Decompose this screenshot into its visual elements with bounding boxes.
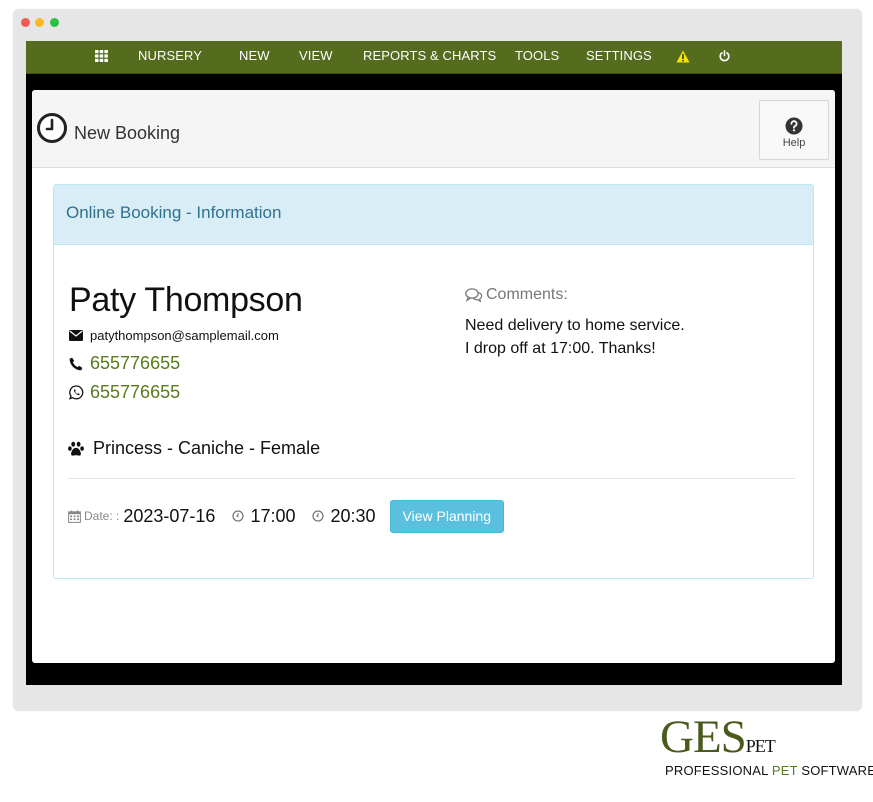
- panel-header: New Booking Help: [32, 90, 835, 168]
- clock-icon: [312, 510, 325, 522]
- clock-icon: [232, 510, 245, 522]
- tagline-professional: PROFESSIONAL: [665, 763, 772, 778]
- clock-icon: [36, 112, 68, 149]
- client-phone[interactable]: 655776655: [90, 353, 180, 374]
- pet-row: Princess - Caniche - Female: [68, 438, 320, 459]
- view-planning-button[interactable]: View Planning: [389, 499, 505, 533]
- comments-label: Comments:: [486, 286, 568, 303]
- envelope-icon: [68, 330, 84, 341]
- tagline-pet: PET: [771, 763, 798, 778]
- comments-line: I drop off at 17:00. Thanks!: [465, 340, 656, 357]
- top-navbar: NURSERY NEW VIEW REPORTS & CHARTS TOOLS …: [26, 41, 842, 74]
- date-label: Date: :: [84, 509, 120, 523]
- booking-panel: New Booking Help Online Booking - Inform…: [32, 90, 835, 663]
- comments-icon: [465, 288, 483, 302]
- warning-icon[interactable]: [676, 41, 690, 73]
- card-title: Online Booking - Information: [66, 203, 282, 222]
- card-header: Online Booking - Information: [54, 185, 813, 245]
- gespet-logo: GESPET PROFESSIONAL PET SOFTWARE: [660, 714, 873, 782]
- comments-line: Need delivery to home service.: [465, 317, 685, 334]
- tagline-software: SOFTWARE: [797, 763, 873, 778]
- whatsapp-row: 655776655: [68, 382, 180, 403]
- page-title: New Booking: [74, 123, 181, 143]
- date-time-row: Date: : 2023-07-16 17:00 20:30 View Plan…: [68, 499, 505, 533]
- nav-reports-charts[interactable]: REPORTS & CHARTS: [363, 41, 496, 73]
- grid-icon[interactable]: [95, 41, 108, 73]
- client-name: Paty Thompson: [69, 281, 303, 319]
- comments-text: Need delivery to home service. I drop of…: [465, 314, 685, 360]
- client-whatsapp[interactable]: 655776655: [90, 382, 180, 403]
- logo-tagline: PROFESSIONAL PET SOFTWARE: [665, 763, 873, 778]
- comments-header: Comments:: [465, 286, 568, 304]
- app-frame: NURSERY NEW VIEW REPORTS & CHARTS TOOLS …: [26, 41, 842, 685]
- email-row: patythompson@samplemail.com: [68, 328, 279, 343]
- nav-settings[interactable]: SETTINGS: [586, 41, 652, 73]
- calendar-icon: [68, 509, 81, 523]
- logo-ges: GES: [660, 711, 747, 763]
- whatsapp-icon: [68, 385, 84, 400]
- online-booking-card: Online Booking - Information Paty Thomps…: [53, 184, 814, 579]
- minimize-window-dot[interactable]: [35, 18, 44, 27]
- phone-icon: [68, 357, 84, 371]
- nav-new[interactable]: NEW: [239, 41, 270, 73]
- power-icon[interactable]: [719, 41, 730, 73]
- start-time: 17:00: [250, 505, 296, 526]
- maximize-window-dot[interactable]: [50, 18, 59, 27]
- nav-tools[interactable]: TOOLS: [515, 41, 559, 73]
- nav-nursery[interactable]: NURSERY: [138, 41, 202, 73]
- help-label: Help: [782, 137, 806, 149]
- question-circle-icon: [785, 117, 803, 135]
- paw-icon: [68, 441, 86, 457]
- phone-row: 655776655: [68, 353, 180, 374]
- browser-window: NURSERY NEW VIEW REPORTS & CHARTS TOOLS …: [13, 9, 862, 711]
- close-window-dot[interactable]: [21, 18, 30, 27]
- logo-pet: PET: [745, 736, 776, 756]
- end-time: 20:30: [330, 505, 376, 526]
- booking-date: 2023-07-16: [123, 505, 216, 526]
- help-button[interactable]: Help: [759, 100, 829, 160]
- client-email[interactable]: patythompson@samplemail.com: [90, 328, 279, 343]
- pet-info: Princess - Caniche - Female: [93, 438, 321, 458]
- nav-view[interactable]: VIEW: [299, 41, 333, 73]
- divider: [68, 478, 795, 479]
- logo-wordmark: GESPET: [660, 711, 776, 763]
